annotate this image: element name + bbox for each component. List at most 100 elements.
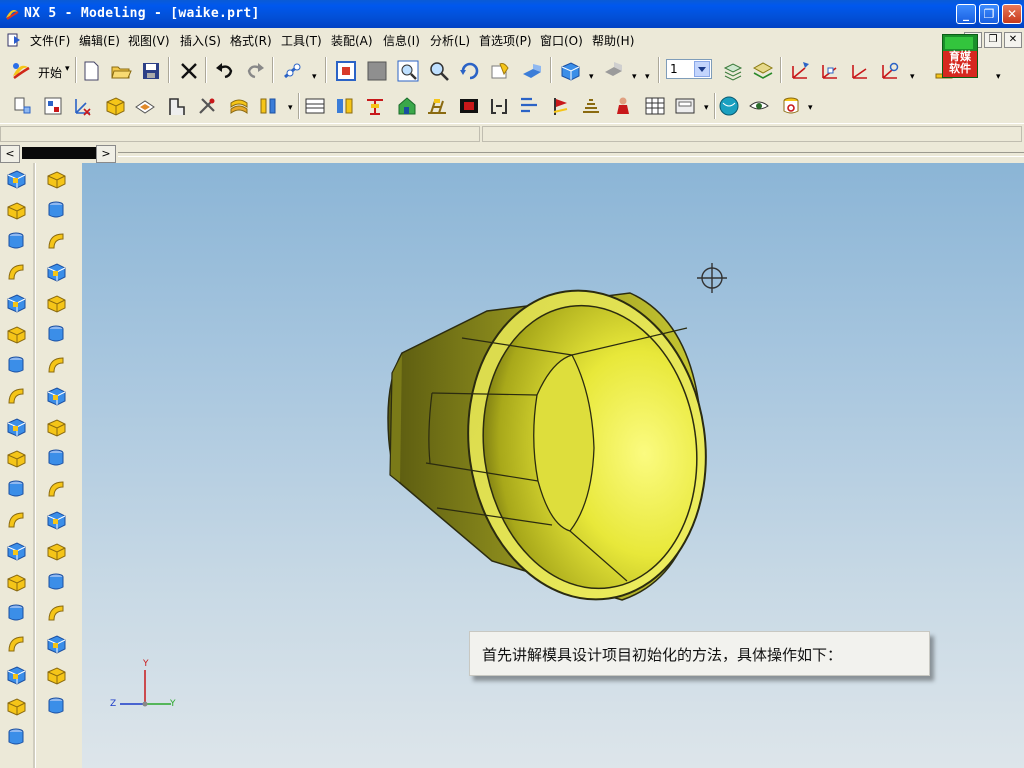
trim-icon[interactable]	[166, 95, 188, 117]
layer-visible-icon[interactable]	[752, 60, 774, 82]
flag-icon[interactable]	[550, 95, 572, 117]
menu-analysis[interactable]: 分析(L)	[430, 32, 470, 49]
save-icon[interactable]	[140, 60, 162, 82]
pad-icon[interactable]	[5, 509, 27, 531]
groove-icon[interactable]	[5, 571, 27, 593]
work-layer-combo[interactable]: 1	[666, 59, 712, 79]
doc-restore-button[interactable]: ❐	[984, 32, 1002, 48]
sphere-icon[interactable]	[5, 385, 27, 407]
stack-icon[interactable]	[580, 95, 602, 117]
menu-help[interactable]: 帮助(H)	[592, 32, 634, 49]
rectangle-icon[interactable]	[45, 199, 67, 221]
wcs-dynamic-icon[interactable]	[819, 60, 841, 82]
shell-icon[interactable]	[45, 509, 67, 531]
align-icon[interactable]	[518, 95, 540, 117]
refresh-icon[interactable]	[780, 95, 802, 117]
person-icon[interactable]	[612, 95, 634, 117]
redo-icon[interactable]	[244, 60, 266, 82]
menu-insert[interactable]: 插入(S)	[180, 32, 221, 49]
extract-icon[interactable]	[42, 95, 64, 117]
extrude-icon[interactable]	[5, 199, 27, 221]
patch-icon[interactable]	[45, 633, 67, 655]
slot-icon[interactable]	[5, 540, 27, 562]
thread-icon[interactable]	[45, 416, 67, 438]
sheet-icon[interactable]	[228, 95, 250, 117]
pan-icon[interactable]	[490, 60, 512, 82]
point-icon[interactable]	[45, 168, 67, 190]
open-folder-icon[interactable]	[110, 60, 132, 82]
boss-icon[interactable]	[5, 447, 27, 469]
shaded-cube-icon[interactable]	[559, 60, 581, 82]
cube-icon[interactable]	[5, 633, 27, 655]
revolve-icon[interactable]	[5, 230, 27, 252]
pattern-icon[interactable]	[334, 95, 356, 117]
instance-icon[interactable]	[45, 447, 67, 469]
scroll-left-button[interactable]: <	[0, 145, 20, 163]
cylinder-body-icon[interactable]	[5, 664, 27, 686]
layer-settings-icon[interactable]	[722, 60, 744, 82]
scroll-track[interactable]	[22, 147, 96, 159]
offset-face-icon[interactable]	[45, 385, 67, 407]
face-blend-icon[interactable]	[45, 292, 67, 314]
plane-icon[interactable]	[134, 95, 156, 117]
doc-close-button[interactable]: ✕	[1004, 32, 1022, 48]
menu-tools[interactable]: 工具(T)	[281, 32, 322, 49]
render-style-icon[interactable]	[602, 60, 624, 82]
delete-icon[interactable]	[178, 60, 200, 82]
new-file-icon[interactable]	[80, 60, 102, 82]
house-icon[interactable]	[396, 95, 418, 117]
close-button[interactable]: ✕	[1002, 4, 1022, 24]
scroll-right-button[interactable]: >	[96, 145, 116, 163]
menu-edit[interactable]: 编辑(E)	[79, 32, 120, 49]
fit-icon[interactable]	[335, 60, 357, 82]
snap-icon[interactable]	[282, 60, 304, 82]
sew-icon[interactable]	[45, 602, 67, 624]
frame-icon[interactable]	[674, 95, 696, 117]
sketch-icon[interactable]	[5, 168, 27, 190]
grid-icon[interactable]	[644, 95, 666, 117]
user-defined-icon[interactable]	[5, 602, 27, 624]
wcs-rotate-icon[interactable]	[849, 60, 871, 82]
yellow-shell-part[interactable]	[387, 275, 725, 615]
edge-blend-icon[interactable]	[45, 261, 67, 283]
cut-icon[interactable]	[364, 95, 386, 117]
wcs-orient-icon[interactable]	[879, 60, 901, 82]
menu-information[interactable]: 信息(I)	[383, 32, 420, 49]
rotate-icon[interactable]	[459, 60, 481, 82]
menu-preferences[interactable]: 首选项(P)	[479, 32, 532, 49]
perspective-icon[interactable]	[521, 60, 543, 82]
extract-body-icon[interactable]	[45, 664, 67, 686]
draft-icon[interactable]	[45, 354, 67, 376]
mirror-icon[interactable]	[45, 478, 67, 500]
trim-body-icon[interactable]	[45, 571, 67, 593]
chevron-down-icon[interactable]	[694, 61, 710, 77]
menu-view[interactable]: 视图(V)	[128, 32, 170, 49]
undo-icon[interactable]	[214, 60, 236, 82]
minimize-button[interactable]: _	[956, 4, 976, 24]
model-view[interactable]	[82, 163, 1024, 768]
box-feature-icon[interactable]	[104, 95, 126, 117]
eye-icon[interactable]	[748, 95, 770, 117]
restore-button[interactable]: ❐	[979, 4, 999, 24]
split-icon[interactable]	[45, 540, 67, 562]
zoom-window-icon[interactable]	[366, 60, 388, 82]
menu-format[interactable]: 格式(R)	[230, 32, 272, 49]
cone-icon[interactable]	[5, 354, 27, 376]
menu-window[interactable]: 窗口(O)	[540, 32, 583, 49]
measure-icon[interactable]	[258, 95, 280, 117]
promote-icon[interactable]	[45, 695, 67, 717]
block-icon[interactable]	[5, 292, 27, 314]
sphere-body-icon[interactable]	[5, 726, 27, 748]
section-icon[interactable]	[304, 95, 326, 117]
zoom-in-icon[interactable]	[428, 60, 450, 82]
soft-blend-icon[interactable]	[45, 323, 67, 345]
start-button[interactable]: 开始 ▾	[10, 60, 74, 82]
chamfer-icon[interactable]	[45, 230, 67, 252]
pocket-icon[interactable]	[5, 478, 27, 500]
sketch-tool-icon[interactable]	[12, 95, 34, 117]
film-icon[interactable]	[458, 95, 480, 117]
datum-csys-icon[interactable]	[72, 95, 94, 117]
sweep-icon[interactable]	[5, 261, 27, 283]
cone-body-icon[interactable]	[5, 695, 27, 717]
tools-icon[interactable]	[196, 95, 218, 117]
